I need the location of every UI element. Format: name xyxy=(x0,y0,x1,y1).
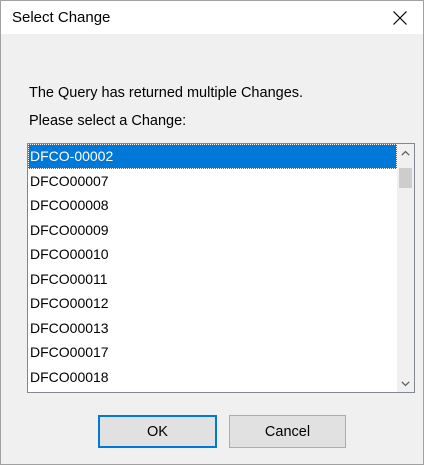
select-change-dialog: Select Change The Query has returned mul… xyxy=(0,0,424,465)
list-item[interactable]: DFCO00017 xyxy=(28,340,397,365)
change-list: DFCO-00002 DFCO00007 DFCO00008 DFCO00009… xyxy=(28,144,397,389)
list-item[interactable]: DFCO00013 xyxy=(28,316,397,341)
list-item[interactable]: DFCO00008 xyxy=(28,193,397,218)
scrollbar-thumb[interactable] xyxy=(399,168,412,188)
title-bar: Select Change xyxy=(1,1,423,34)
vertical-scrollbar[interactable] xyxy=(397,144,414,392)
list-item[interactable]: DFCO-00002 xyxy=(28,144,397,169)
close-icon xyxy=(393,10,407,25)
cancel-button[interactable]: Cancel xyxy=(229,415,346,448)
chevron-down-icon xyxy=(401,380,410,386)
chevron-up-icon xyxy=(401,150,410,156)
ok-button[interactable]: OK xyxy=(98,415,217,448)
close-button[interactable] xyxy=(377,1,423,34)
select-prompt: Please select a Change: xyxy=(29,113,187,129)
list-item[interactable]: DFCO00012 xyxy=(28,291,397,316)
list-item[interactable]: DFCO00010 xyxy=(28,242,397,267)
list-item[interactable]: DFCO00011 xyxy=(28,267,397,292)
dialog-title: Select Change xyxy=(12,9,111,26)
list-item[interactable]: DFCO00007 xyxy=(28,169,397,194)
change-listbox[interactable]: DFCO-00002 DFCO00007 DFCO00008 DFCO00009… xyxy=(27,143,415,393)
list-item[interactable]: DFCO00018 xyxy=(28,365,397,390)
list-item[interactable]: DFCO00009 xyxy=(28,218,397,243)
scroll-up-button[interactable] xyxy=(397,144,414,161)
query-message: The Query has returned multiple Changes. xyxy=(29,85,304,101)
scroll-down-button[interactable] xyxy=(397,375,414,392)
